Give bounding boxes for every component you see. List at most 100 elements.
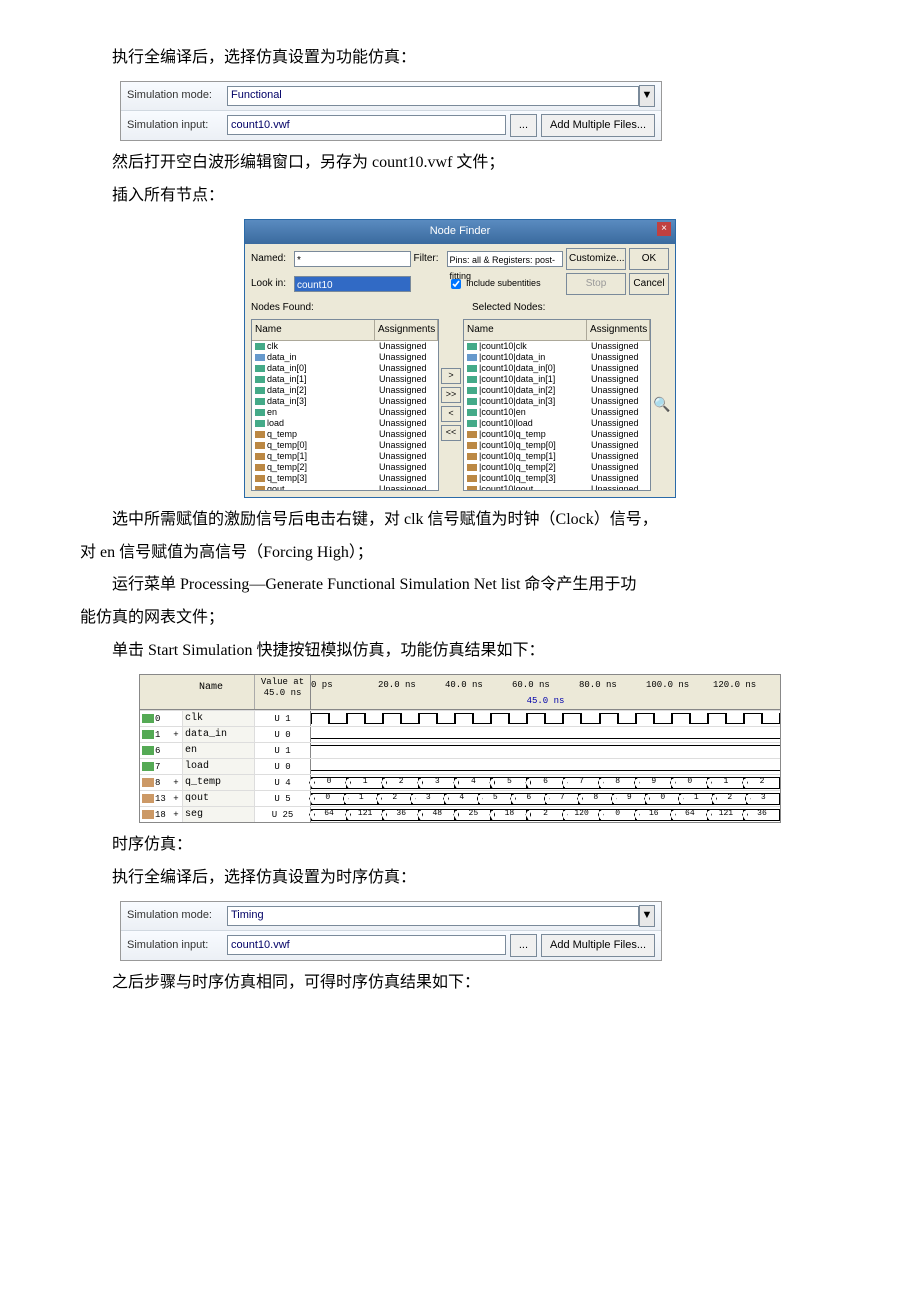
- simulation-settings-panel: Simulation mode: Timing ▼ Simulation inp…: [120, 901, 662, 962]
- expand-icon[interactable]: +: [170, 791, 182, 807]
- node-item[interactable]: data_in[0]Unassigned: [252, 363, 438, 374]
- pin-icon: [142, 730, 154, 739]
- node-item[interactable]: |count10|q_temp[0]Unassigned: [464, 440, 650, 451]
- node-item[interactable]: |count10|loadUnassigned: [464, 418, 650, 429]
- node-item[interactable]: qoutUnassigned: [252, 484, 438, 491]
- waveform[interactable]: [311, 759, 780, 774]
- sim-mode-label: Simulation mode:: [127, 86, 227, 106]
- node-item[interactable]: |count10|q_temp[1]Unassigned: [464, 451, 650, 462]
- signal-name: en: [182, 743, 255, 758]
- named-label: Named:: [251, 250, 291, 268]
- waveform[interactable]: 641213648251821200166412136: [311, 807, 780, 822]
- filter-select[interactable]: Pins: all & Registers: post-fitting: [447, 251, 564, 267]
- node-item[interactable]: data_in[2]Unassigned: [252, 385, 438, 396]
- node-item[interactable]: |count10|enUnassigned: [464, 407, 650, 418]
- waveform[interactable]: [311, 727, 780, 742]
- node-item[interactable]: |count10|q_temp[2]Unassigned: [464, 462, 650, 473]
- waveform[interactable]: [311, 711, 780, 726]
- waveform[interactable]: 0123456789012: [311, 775, 780, 790]
- paragraph: 对 en 信号赋值为高信号（Forcing High）；: [80, 539, 840, 568]
- node-item[interactable]: |count10|clkUnassigned: [464, 341, 650, 352]
- node-item[interactable]: |count10|qoutUnassigned: [464, 484, 650, 491]
- dropdown-icon[interactable]: ▼: [639, 85, 655, 107]
- lookin-label: Look in:: [251, 275, 291, 293]
- node-item[interactable]: |count10|data_inUnassigned: [464, 352, 650, 363]
- signal-name: q_temp: [182, 775, 255, 790]
- node-item[interactable]: data_in[1]Unassigned: [252, 374, 438, 385]
- nodes-found-list[interactable]: NameAssignments clkUnassigneddata_inUnas…: [251, 319, 439, 491]
- wave-row[interactable]: 13 + qout U 5 01234567890123: [140, 790, 780, 806]
- move-button[interactable]: >: [441, 368, 461, 384]
- paragraph: 能仿真的网表文件；: [80, 604, 840, 633]
- signal-name: seg: [182, 807, 255, 822]
- move-button[interactable]: <<: [441, 425, 461, 441]
- customize-button[interactable]: Customize...: [566, 248, 626, 270]
- node-item[interactable]: q_temp[1]Unassigned: [252, 451, 438, 462]
- move-button[interactable]: >>: [441, 387, 461, 403]
- wave-row[interactable]: 0 clk U 1: [140, 710, 780, 726]
- node-item[interactable]: q_temp[2]Unassigned: [252, 462, 438, 473]
- node-item[interactable]: q_temp[0]Unassigned: [252, 440, 438, 451]
- selected-nodes-list[interactable]: NameAssignments |count10|clkUnassigned|c…: [463, 319, 651, 491]
- move-button[interactable]: <: [441, 406, 461, 422]
- node-item[interactable]: q_temp[3]Unassigned: [252, 473, 438, 484]
- wave-row[interactable]: 18 + seg U 25 64121364825182120016641213…: [140, 806, 780, 822]
- expand-icon[interactable]: +: [170, 807, 182, 823]
- node-item[interactable]: |count10|q_temp[3]Unassigned: [464, 473, 650, 484]
- node-item[interactable]: |count10|q_tempUnassigned: [464, 429, 650, 440]
- close-icon[interactable]: ×: [657, 222, 671, 236]
- browse-button[interactable]: ...: [510, 114, 537, 138]
- pin-icon: [142, 714, 154, 723]
- dialog-title: Node Finder ×: [245, 220, 675, 244]
- waveform[interactable]: [311, 743, 780, 758]
- wave-row[interactable]: 8 + q_temp U 4 0123456789012: [140, 774, 780, 790]
- signal-value: U 0: [255, 727, 310, 743]
- search-icon[interactable]: 🔍: [653, 392, 670, 417]
- node-item[interactable]: enUnassigned: [252, 407, 438, 418]
- signal-name: clk: [182, 711, 255, 726]
- signal-name: load: [182, 759, 255, 774]
- sim-mode-select[interactable]: Functional: [227, 86, 639, 106]
- node-item[interactable]: clkUnassigned: [252, 341, 438, 352]
- expand-icon[interactable]: +: [170, 775, 182, 791]
- wave-row[interactable]: 6 en U 1: [140, 742, 780, 758]
- node-item[interactable]: |count10|data_in[2]Unassigned: [464, 385, 650, 396]
- signal-name: data_in: [182, 727, 255, 742]
- paragraph: 执行全编译后，选择仿真设置为时序仿真：: [80, 864, 840, 893]
- wave-row[interactable]: 7 load U 0: [140, 758, 780, 774]
- node-item[interactable]: |count10|data_in[0]Unassigned: [464, 363, 650, 374]
- wave-row[interactable]: 1 + data_in U 0: [140, 726, 780, 742]
- add-files-button[interactable]: Add Multiple Files...: [541, 934, 655, 958]
- browse-button[interactable]: ...: [510, 934, 537, 958]
- value-column-header: Value at45.0 ns: [255, 675, 310, 709]
- add-files-button[interactable]: Add Multiple Files...: [541, 114, 655, 138]
- paragraph: 时序仿真：: [80, 831, 840, 860]
- pin-icon: [142, 746, 154, 755]
- sim-input-field[interactable]: count10.vwf: [227, 115, 506, 135]
- sim-input-label: Simulation input:: [127, 116, 227, 136]
- node-item[interactable]: loadUnassigned: [252, 418, 438, 429]
- paragraph: 然后打开空白波形编辑窗口，另存为 count10.vwf 文件；: [80, 149, 840, 178]
- lookin-input[interactable]: count10: [294, 276, 411, 292]
- node-item[interactable]: q_tempUnassigned: [252, 429, 438, 440]
- named-input[interactable]: *: [294, 251, 411, 267]
- sim-mode-label: Simulation mode:: [127, 906, 227, 926]
- signal-name: qout: [182, 791, 255, 806]
- waveform[interactable]: 01234567890123: [311, 791, 780, 806]
- signal-value: U 1: [255, 711, 310, 727]
- node-item[interactable]: data_in[3]Unassigned: [252, 396, 438, 407]
- cancel-button[interactable]: Cancel: [629, 273, 669, 295]
- expand-icon[interactable]: +: [170, 727, 182, 743]
- paragraph: 插入所有节点：: [80, 182, 840, 211]
- sim-mode-select[interactable]: Timing: [227, 906, 639, 926]
- ok-button[interactable]: OK: [629, 248, 669, 270]
- name-column-header: Name: [168, 675, 255, 709]
- node-item[interactable]: |count10|data_in[3]Unassigned: [464, 396, 650, 407]
- include-checkbox[interactable]: [451, 279, 461, 289]
- sim-input-field[interactable]: count10.vwf: [227, 935, 506, 955]
- node-item[interactable]: data_inUnassigned: [252, 352, 438, 363]
- dropdown-icon[interactable]: ▼: [639, 905, 655, 927]
- signal-value: U 5: [255, 791, 310, 807]
- time-ruler[interactable]: 0 ps20.0 ns40.0 ns60.0 ns80.0 ns100.0 ns…: [311, 675, 780, 709]
- node-item[interactable]: |count10|data_in[1]Unassigned: [464, 374, 650, 385]
